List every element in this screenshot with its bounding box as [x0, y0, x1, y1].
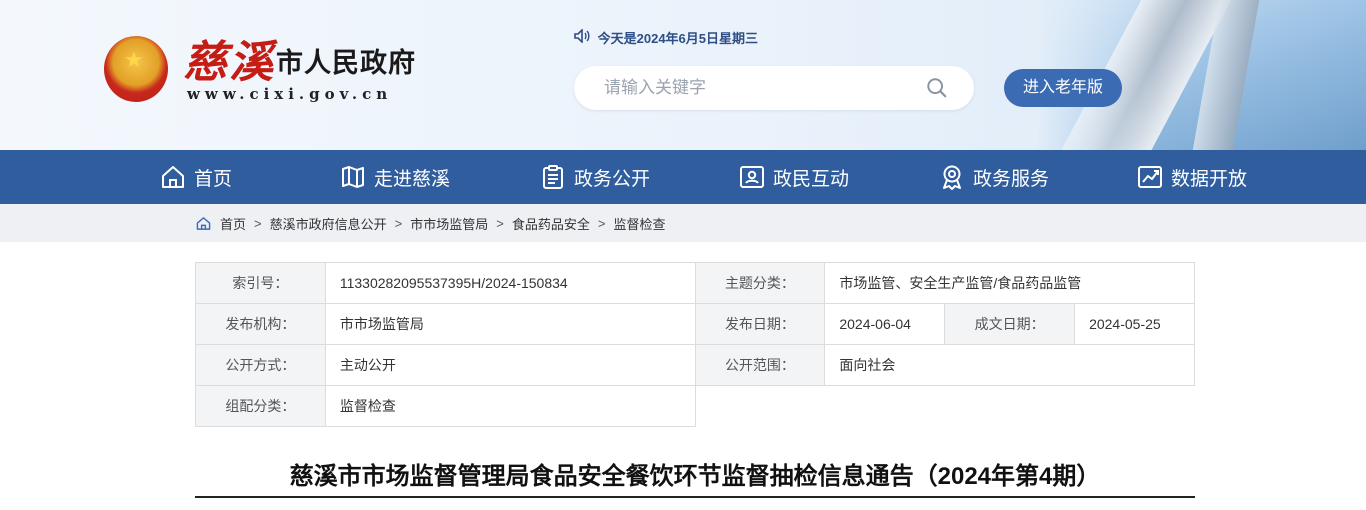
meta-value-pub-date: 2024-06-04: [824, 303, 946, 345]
current-date: 今天是2024年6月5日星期三: [597, 31, 759, 46]
breadcrumb-link-bureau[interactable]: 市市场监管局: [410, 214, 488, 233]
document-meta-table: 索引号： 11330282095537395H/2024-150834 主题分类…: [195, 262, 1195, 427]
breadcrumb-separator: >: [496, 215, 504, 231]
meta-label-mode: 公开方式：: [195, 344, 326, 386]
meta-value-org: 市市场监管局: [324, 303, 696, 345]
search-icon[interactable]: [926, 77, 948, 99]
breadcrumb-separator: >: [597, 215, 606, 231]
meta-value-topic: 市场监管、安全生产监管/食品药品监管: [824, 262, 1195, 304]
nav-label: 首页: [194, 168, 233, 190]
breadcrumb-separator: >: [254, 215, 262, 231]
national-emblem-icon: ★: [104, 36, 168, 102]
meta-label-org: 发布机构：: [195, 303, 326, 345]
site-header: ★ 慈溪 市人民政府 www.cixi.gov.cn 今天是2024年6月5日星…: [0, 0, 1366, 150]
home-icon: [196, 216, 211, 230]
chart-icon: [1138, 166, 1162, 188]
id-card-icon: [740, 166, 764, 188]
article-title: 慈溪市市场监督管理局食品安全餐饮环节监督抽检信息通告（2024年第4期）: [289, 463, 1101, 490]
meta-label-scope: 公开范围：: [694, 344, 826, 386]
breadcrumb-link-inspection[interactable]: 监督检查: [613, 214, 665, 233]
nav-item-open-data[interactable]: 数据开放: [1137, 150, 1247, 204]
medal-icon: [943, 165, 961, 190]
nav-label: 政务公开: [574, 168, 651, 190]
nav-label: 政务服务: [973, 168, 1050, 190]
meta-label-doc-date: 成文日期：: [944, 303, 1076, 345]
nav-item-home[interactable]: 首页: [160, 150, 232, 204]
breadcrumb-link-home[interactable]: 首页: [220, 214, 246, 233]
breadcrumb: 首页 > 慈溪市政府信息公开 > 市市场监管局 > 食品药品安全 > 监督检查: [0, 204, 1366, 242]
nav-item-open-government[interactable]: 政务公开: [540, 150, 650, 204]
meta-value-index: 11330282095537395H/2024-150834: [324, 262, 696, 304]
nav-item-about[interactable]: 走进慈溪: [340, 150, 450, 204]
speaker-icon[interactable]: [574, 28, 594, 47]
nav-item-services[interactable]: 政务服务: [939, 150, 1049, 204]
clipboard-icon: [543, 165, 563, 189]
home-icon: [162, 166, 184, 188]
site-url: www.cixi.gov.cn: [187, 85, 393, 103]
date-line: 今天是2024年6月5日星期三: [574, 28, 758, 47]
search-box: [574, 66, 974, 110]
meta-value-mode: 主动公开: [324, 344, 696, 386]
meta-value-doc-date: 2024-05-25: [1074, 303, 1195, 345]
meta-label-group: 组配分类：: [195, 385, 326, 427]
nav-item-interaction[interactable]: 政民互动: [739, 150, 849, 204]
nav-label: 政民互动: [773, 168, 850, 190]
meta-label-topic: 主题分类：: [694, 262, 826, 304]
site-logo-cixi[interactable]: 慈溪: [183, 26, 275, 90]
breadcrumb-link-food-safety[interactable]: 食品药品安全: [512, 214, 590, 233]
nav-label: 数据开放: [1171, 168, 1248, 190]
meta-value-group: 监督检查: [324, 385, 696, 427]
meta-label-pub-date: 发布日期：: [694, 303, 826, 345]
breadcrumb-separator: >: [394, 215, 403, 231]
map-icon: [342, 166, 364, 188]
title-divider: [195, 496, 1195, 498]
main-nav: 首页 走进慈溪 政务公开 政民互动 政务服务 数据开放: [0, 150, 1366, 204]
breadcrumb-link-info-disclosure[interactable]: 慈溪市政府信息公开: [270, 214, 387, 233]
meta-label-index: 索引号：: [195, 262, 326, 304]
meta-value-scope: 面向社会: [824, 344, 1195, 386]
site-logo-gov[interactable]: 市人民政府: [276, 41, 416, 80]
elder-mode-button[interactable]: 进入老年版: [1004, 69, 1122, 107]
search-input[interactable]: [604, 77, 904, 99]
nav-label: 走进慈溪: [374, 168, 451, 190]
